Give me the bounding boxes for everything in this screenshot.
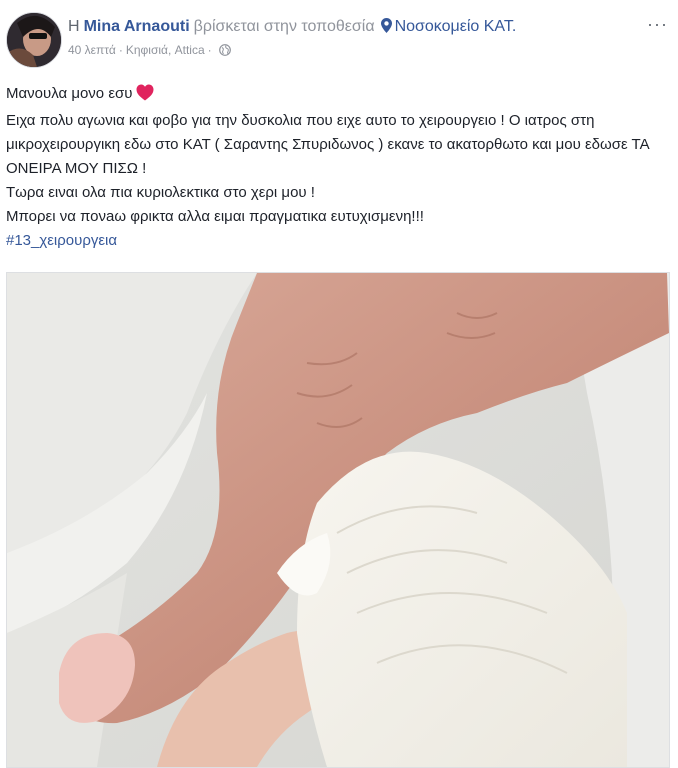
more-options-button[interactable]: ··· — [647, 14, 668, 35]
location-text: βρίσκεται στην τοποθεσία — [193, 18, 375, 35]
post-line-2: Ειχα πολυ αγωνια και φοβο για την δυσκολ… — [6, 112, 649, 177]
post-photo[interactable] — [6, 272, 670, 768]
facebook-post: Η Mina Arnaouti βρίσκεται στην τοποθεσία Νο… — [0, 0, 678, 768]
avatar[interactable] — [6, 12, 62, 68]
post-line-3: Τωρα ειναι ολα πια κυριολεκτικα στο χερι… — [6, 184, 315, 201]
post-body: Μανουλα μονο εσυ Ειχα πολυ αγωνια και φο… — [6, 82, 666, 253]
post-line-4: Μπορει να πονaω φρικτα αλλα ειμαι πραγμα… — [6, 208, 424, 225]
author-prefix: Η — [68, 18, 80, 35]
post-time-link[interactable]: 40 λεπτά — [68, 43, 116, 57]
globe-icon[interactable] — [218, 44, 231, 59]
heart-icon — [136, 84, 154, 109]
city-link[interactable]: Κηφισιά, Attica — [126, 43, 205, 57]
place-link[interactable]: Νοσοκομείο ΚΑΤ. — [395, 18, 517, 35]
hashtag-link[interactable]: #13_χειρουργεια — [6, 232, 117, 249]
post-header: Η Mina Arnaouti βρίσκεται στην τοποθεσία Νο… — [6, 12, 670, 68]
post-line-1: Μανουλα μονο εσυ — [6, 85, 133, 102]
hands-photo — [7, 273, 669, 767]
location-pin-icon — [380, 18, 392, 39]
meta-separator: · — [118, 43, 123, 57]
post-header-text: Η Mina Arnaouti βρίσκεται στην τοποθεσία Νο… — [68, 17, 630, 59]
author-name-link[interactable]: Mina Arnaouti — [84, 18, 190, 35]
meta-separator: · — [207, 43, 212, 57]
